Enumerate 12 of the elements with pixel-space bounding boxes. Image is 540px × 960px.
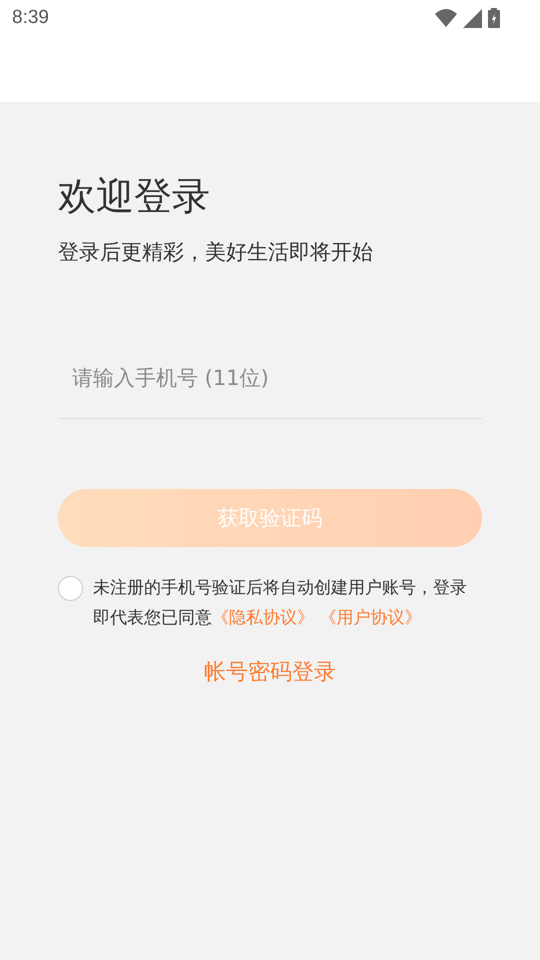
battery-icon <box>488 8 500 28</box>
wifi-icon <box>435 9 457 27</box>
agreement-checkbox[interactable] <box>58 576 83 601</box>
agreement-link[interactable]: 《隐私协议》 <box>212 608 314 628</box>
password-login-link[interactable]: 帐号密码登录 <box>204 657 336 687</box>
status-time: 8:39 <box>12 7 49 29</box>
page-subtitle: 登录后更精彩，美好生活即将开始 <box>58 239 374 266</box>
agreement-text: 未注册的手机号验证后将自动创建用户账号，登录即代表您已同意《隐私协议》 《用户协议》 <box>93 577 468 630</box>
signal-icon <box>463 8 482 28</box>
phone-input-field[interactable]: 请输入手机号 (11位) <box>58 338 482 419</box>
page-title: 欢迎登录 <box>58 173 211 220</box>
agreement-link[interactable]: 《用户协议》 <box>319 608 422 628</box>
